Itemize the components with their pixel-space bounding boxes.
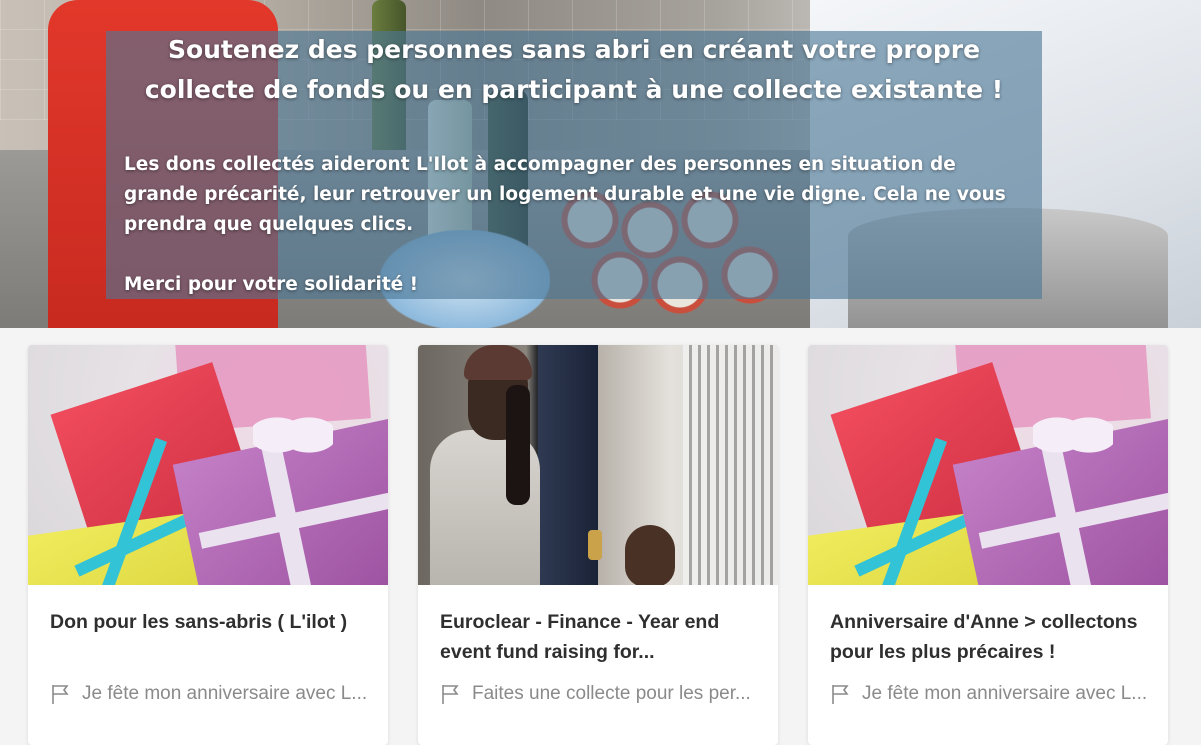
- fundraiser-card-campaign-label: Je fête mon anniversaire avec L...: [82, 683, 368, 704]
- flag-icon: [442, 685, 459, 704]
- fundraiser-card-title[interactable]: Anniversaire d'Anne > collectons pour le…: [830, 607, 1150, 667]
- fundraiser-card-campaign[interactable]: Je fête mon anniversaire avec L...: [50, 683, 380, 705]
- hero-thanks: Merci pour votre solidarité !: [124, 274, 419, 295]
- fundraiser-card-title[interactable]: Don pour les sans-abris ( L'ilot ): [50, 607, 370, 637]
- hero-title: Soutenez des personnes sans abri en créa…: [144, 35, 1004, 104]
- fundraiser-card-title[interactable]: Euroclear - Finance - Year end event fun…: [440, 607, 760, 667]
- fundraiser-card[interactable]: Don pour les sans-abris ( L'ilot ) Je fê…: [28, 345, 388, 745]
- fundraiser-card-campaign[interactable]: Faites une collecte pour les per...: [440, 683, 770, 705]
- hero-description: Les dons collectés aideront L'Ilot à acc…: [124, 154, 1006, 235]
- fundraiser-card[interactable]: Euroclear - Finance - Year end event fun…: [418, 345, 778, 745]
- fundraiser-card-campaign-label: Faites une collecte pour les per...: [472, 683, 751, 704]
- hero-banner: Soutenez des personnes sans abri en créa…: [0, 0, 1201, 328]
- flag-icon: [52, 685, 69, 704]
- fundraiser-card-image[interactable]: [418, 345, 778, 585]
- fundraiser-card-image[interactable]: [808, 345, 1168, 585]
- fundraiser-card-campaign[interactable]: Je fête mon anniversaire avec L...: [830, 683, 1160, 705]
- fundraiser-card-campaign-label: Je fête mon anniversaire avec L...: [862, 683, 1148, 704]
- flag-icon: [832, 685, 849, 704]
- fundraiser-card-image[interactable]: [28, 345, 388, 585]
- fundraiser-card[interactable]: Anniversaire d'Anne > collectons pour le…: [808, 345, 1168, 745]
